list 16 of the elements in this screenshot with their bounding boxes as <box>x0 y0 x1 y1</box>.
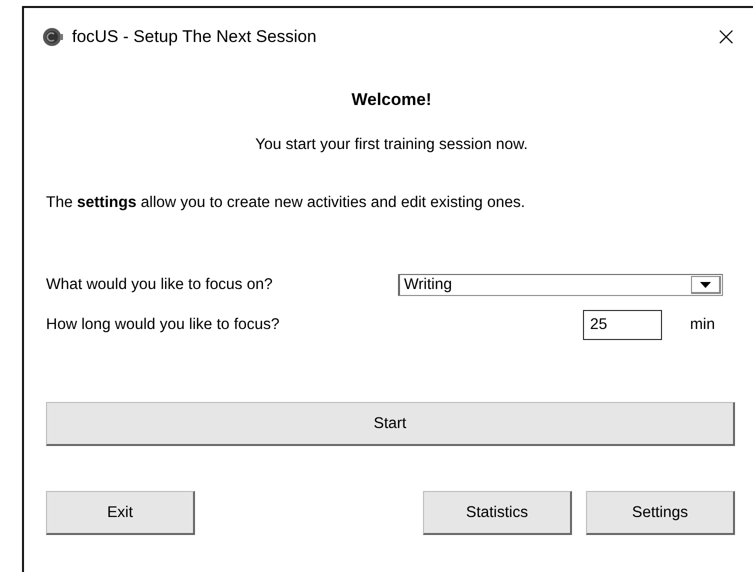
duration-label: How long would you like to focus? <box>46 316 280 334</box>
app-icon <box>42 26 64 48</box>
dialog-button[interactable]: Settings <box>586 491 735 535</box>
intro-text: You start your first training session now. <box>254 136 529 154</box>
settings-note: The settings allow you to create new activities and edit existing ones. <box>46 194 526 212</box>
activity-dropdown[interactable]: Writing <box>398 274 723 296</box>
dropdown-arrow-icon <box>700 282 711 288</box>
window-title: focUS - Setup The Next Session <box>72 27 316 47</box>
activity-label: What would you like to focus on? <box>46 276 274 294</box>
dialog-button[interactable]: Statistics <box>423 491 572 535</box>
close-button[interactable]: × <box>709 22 743 52</box>
duration-field[interactable]: 25 <box>583 310 662 340</box>
welcome-heading: Welcome! <box>350 90 432 110</box>
start-button[interactable]: Start <box>46 402 735 446</box>
dialog-button[interactable]: Exit <box>46 491 195 535</box>
unit-label: min <box>690 316 715 334</box>
